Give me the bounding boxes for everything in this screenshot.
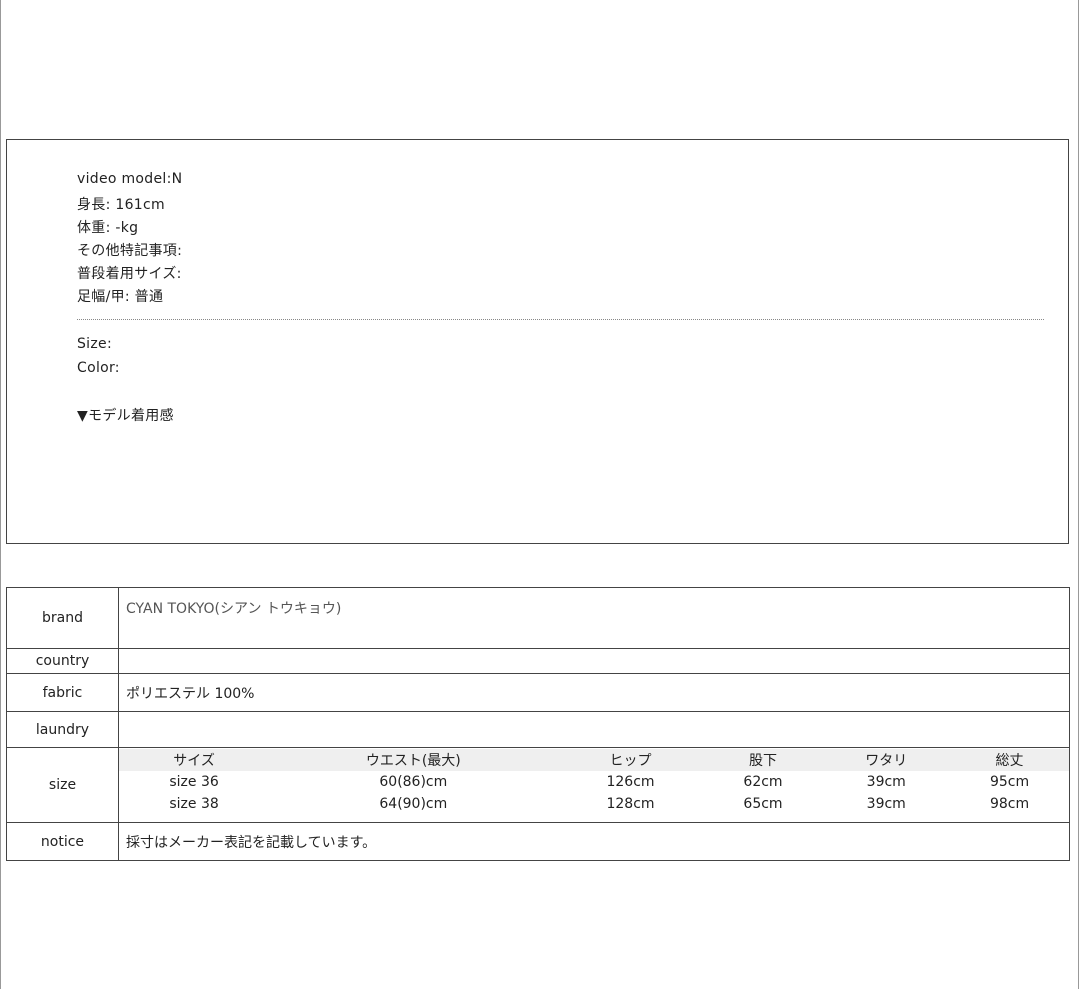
page-left-border [0,0,1,989]
model-line: video model:N [77,171,183,187]
table-row: brand CYAN TOKYO(シアン トウキョウ) [6,587,1070,649]
spec-table: brand CYAN TOKYO(シアン トウキョウ) country fabr… [6,587,1070,861]
size-header: サイズ [119,749,270,771]
size-chart: サイズ ウエスト(最大) ヒップ 股下 ワタリ 総丈 size 36 60(86… [119,749,1069,815]
size-header: ヒップ [557,749,704,771]
size-chart-header: サイズ ウエスト(最大) ヒップ 股下 ワタリ 総丈 [119,749,1069,771]
model-line: 普段着用サイズ: [77,266,182,282]
size-chart-cell: サイズ ウエスト(最大) ヒップ 股下 ワタリ 総丈 size 36 60(86… [118,747,1070,823]
size-header: ワタリ [822,749,951,771]
notice-value: 採寸はメーカー表記を記載しています。 [118,822,1070,861]
country-value [118,648,1070,674]
brand-value: CYAN TOKYO(シアン トウキョウ) [118,587,1070,649]
table-row: fabric ポリエステル 100% [6,673,1070,712]
row-label: notice [6,822,119,861]
row-label: country [6,648,119,674]
size-header: 総丈 [950,749,1069,771]
model-line: その他特記事項: [77,243,183,259]
size-cell: 39cm [866,774,906,790]
size-cell: 98cm [989,796,1030,812]
table-row: country [6,648,1070,674]
size-cell: size 38 [169,796,219,812]
size-cell: 62cm [743,774,783,790]
model-line: 身長: 161cm [77,197,165,213]
row-label: laundry [6,711,119,748]
model-info-box: video model:N 身長: 161cm 体重: -kg その他特記事項:… [6,139,1069,544]
page-right-border [1078,0,1079,989]
fit-heading: ▼モデル着用感 [77,408,174,424]
size-cell: size 36 [169,774,219,790]
model-line: 体重: -kg [77,220,139,236]
size-cell: 128cm [606,796,655,812]
size-cell: 126cm [606,774,655,790]
table-row: notice 採寸はメーカー表記を記載しています。 [6,822,1070,861]
size-chart-row: size 36 60(86)cm 126cm 62cm 39cm 95cm [119,771,1069,793]
dotted-divider [77,319,1044,320]
size-header: 股下 [703,749,823,771]
color-label: Color: [77,360,120,376]
size-cell: 39cm [866,796,906,812]
row-label: size [6,747,119,823]
size-cell: 60(86)cm [379,774,448,790]
size-chart-row: size 38 64(90)cm 128cm 65cm 39cm 98cm [119,793,1069,815]
size-cell: 65cm [743,796,783,812]
size-header: ウエスト(最大) [269,749,558,771]
table-row: laundry [6,711,1070,748]
row-label: fabric [6,673,119,712]
laundry-value [118,711,1070,748]
table-row: size サイズ ウエスト(最大) ヒップ 股下 ワタリ 総丈 size 36 … [6,747,1070,823]
model-line: 足幅/甲: 普通 [77,289,164,305]
fabric-value: ポリエステル 100% [118,673,1070,712]
size-cell: 64(90)cm [379,796,448,812]
size-cell: 95cm [989,774,1030,790]
row-label: brand [6,587,119,649]
size-label: Size: [77,336,112,352]
